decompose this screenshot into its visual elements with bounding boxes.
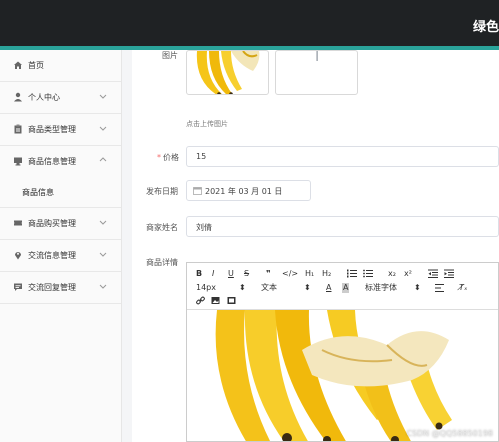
sidebar-subitem-product-info[interactable]: 商品信息 xyxy=(0,177,121,205)
blockquote-button[interactable]: ❞ xyxy=(266,269,271,279)
top-bar: 绿色 xyxy=(0,0,499,46)
strike-button[interactable]: S xyxy=(244,269,249,279)
chevron-down-icon xyxy=(99,252,107,257)
font-color-button[interactable]: A xyxy=(326,283,331,293)
bullet-list-icon[interactable] xyxy=(363,269,373,278)
indent-icon[interactable] xyxy=(444,269,454,278)
merchant-input[interactable]: 刘倩 xyxy=(186,216,499,237)
background-color-button[interactable]: A xyxy=(342,283,350,293)
sidebar-item-home[interactable]: 首页 xyxy=(0,50,121,81)
ticket-icon xyxy=(14,220,22,226)
sidebar-item-product-management[interactable]: 商品信息管理 xyxy=(0,146,121,177)
sidebar-item-message-management[interactable]: 交流信息管理 xyxy=(0,240,121,271)
ordered-list-icon[interactable] xyxy=(347,269,357,278)
italic-button[interactable]: I xyxy=(212,269,214,279)
sidebar-item-label: 首页 xyxy=(28,61,44,70)
code-block-button[interactable]: </> xyxy=(282,269,298,279)
chevron-down-icon xyxy=(99,126,107,131)
outdent-icon[interactable] xyxy=(428,269,438,278)
sidebar-item-profile[interactable]: 个人中心 xyxy=(0,82,121,113)
sidebar-item-purchase-management[interactable]: 商品购买管理 xyxy=(0,208,121,239)
sidebar-item-label: 个人中心 xyxy=(28,93,60,102)
monitor-icon xyxy=(14,157,22,166)
sidebar-item-category-management[interactable]: 商品类型管理 xyxy=(0,114,121,145)
price-input[interactable]: 15 xyxy=(186,146,499,167)
subscript-button[interactable]: x₂ xyxy=(388,269,396,279)
upload-add-button[interactable] xyxy=(275,50,358,95)
uploaded-image-thumbnail[interactable] xyxy=(186,50,269,95)
banana-thumbnail-image xyxy=(196,51,260,94)
date-picker[interactable]: 2021 年 03 月 01 日 xyxy=(186,180,311,201)
sidebar-item-label: 交流信息管理 xyxy=(28,251,76,260)
font-size-select[interactable]: 14px xyxy=(196,283,216,293)
link-icon[interactable] xyxy=(196,296,205,305)
merchant-label: 商家姓名 xyxy=(146,223,178,232)
clear-format-button[interactable]: T̸ₓ xyxy=(459,283,467,293)
banana-content-image xyxy=(187,310,498,441)
price-value: 15 xyxy=(196,152,207,161)
sidebar-item-label: 商品信息管理 xyxy=(28,157,76,166)
calendar-icon xyxy=(193,187,202,195)
editor-toolbar: B I U S ❞ </> H₁ H₂ x₂ x² 14px ⬍ 文本 ⬍ A … xyxy=(187,263,498,310)
price-label: * 价格 xyxy=(157,153,179,162)
chevron-down-icon xyxy=(99,284,107,289)
text-style-select-arrow: ⬍ xyxy=(304,283,311,292)
sidebar-item-label: 商品信息 xyxy=(22,188,54,197)
date-value: 2021 年 03 月 01 日 xyxy=(205,187,283,196)
font-family-select-arrow: ⬍ xyxy=(414,283,421,292)
location-icon xyxy=(15,252,21,260)
bold-button[interactable]: B xyxy=(196,269,202,279)
clipboard-icon xyxy=(14,124,22,134)
superscript-button[interactable]: x² xyxy=(404,269,412,279)
sidebar-item-reply-management[interactable]: 交流回复管理 xyxy=(0,272,121,303)
chevron-down-icon xyxy=(99,220,107,225)
user-icon xyxy=(14,92,22,102)
underline-button[interactable]: U xyxy=(228,269,234,279)
rich-text-editor[interactable]: B I U S ❞ </> H₁ H₂ x₂ x² 14px ⬍ 文本 ⬍ A … xyxy=(186,262,499,442)
plus-icon xyxy=(316,51,318,61)
heading-2-button[interactable]: H₂ xyxy=(322,269,331,279)
image-icon[interactable] xyxy=(211,296,220,305)
chat-icon xyxy=(14,283,22,291)
sidebar: 首页 个人中心 商品类型管理 商品信息管理 商品信息 商品购买管理 交流信息管理 xyxy=(0,50,122,442)
date-label: 发布日期 xyxy=(146,187,178,196)
chevron-up-icon xyxy=(99,157,107,162)
heading-1-button[interactable]: H₁ xyxy=(305,269,314,279)
align-icon[interactable] xyxy=(435,284,444,292)
upload-hint: 点击上传图片 xyxy=(186,120,228,128)
font-family-select[interactable]: 标准字体 xyxy=(365,283,397,293)
app-title: 绿色 xyxy=(472,20,499,35)
watermark: CSDN @QQ58850198 xyxy=(406,429,493,438)
required-mark: * xyxy=(157,153,161,162)
sidebar-item-label: 交流回复管理 xyxy=(28,283,76,292)
text-style-select[interactable]: 文本 xyxy=(261,283,277,293)
video-icon[interactable] xyxy=(227,296,236,305)
sidebar-item-label: 商品购买管理 xyxy=(28,219,76,228)
sidebar-item-label: 商品类型管理 xyxy=(28,125,76,134)
image-label: 图片 xyxy=(162,51,178,60)
home-icon xyxy=(14,61,22,69)
detail-label: 商品详情 xyxy=(146,258,178,267)
chevron-down-icon xyxy=(99,94,107,99)
merchant-value: 刘倩 xyxy=(196,223,212,232)
divider xyxy=(0,303,121,304)
font-size-select-arrow: ⬍ xyxy=(239,283,246,292)
